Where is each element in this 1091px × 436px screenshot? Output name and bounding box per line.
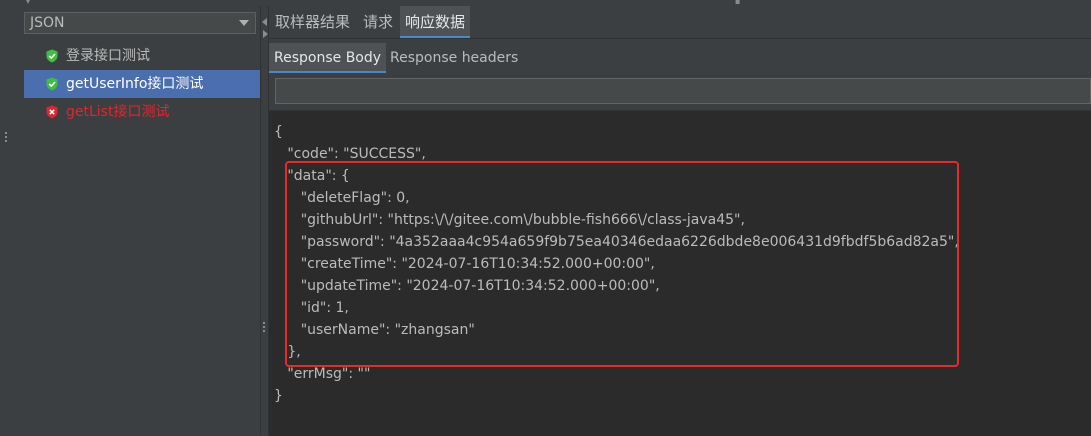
- tree-item-label: getUserInfo接口测试: [66, 76, 204, 92]
- tree-item-label: getList接口测试: [66, 104, 170, 120]
- collapse-right-arrow-icon[interactable]: [263, 30, 268, 38]
- response-sub-tabs: Response Body Response headers: [269, 38, 1091, 73]
- code-line: }: [274, 388, 283, 404]
- collapse-left-arrow-icon[interactable]: [262, 18, 267, 26]
- tab-response-body[interactable]: Response Body: [269, 43, 387, 73]
- sampler-result-tree: 登录接口测试 getUserInfo接口测试 getList接口测试: [24, 42, 260, 126]
- renderer-select[interactable]: JSON: [24, 12, 256, 34]
- result-detail-panel: 取样器结果 请求 响应数据 Response Body Response hea…: [269, 6, 1091, 436]
- tree-item-login-test[interactable]: 登录接口测试: [24, 42, 260, 70]
- tab-response-data[interactable]: 响应数据: [400, 6, 471, 38]
- code-line: {: [274, 124, 283, 140]
- tree-item-getuserinfo-test[interactable]: getUserInfo接口测试: [24, 70, 260, 98]
- data-highlight-box: [285, 161, 959, 367]
- chevron-down-icon[interactable]: [239, 20, 249, 26]
- error-shield-icon: [46, 105, 58, 119]
- tree-item-label: 登录接口测试: [66, 48, 150, 64]
- search-input[interactable]: [275, 78, 1091, 104]
- split-pane-divider[interactable]: [260, 6, 269, 435]
- check-shield-icon: [46, 77, 58, 91]
- collapse-grip-icon[interactable]: ▾: [26, 0, 32, 6]
- left-drag-handle-icon[interactable]: [5, 132, 9, 146]
- check-shield-icon: [46, 49, 58, 63]
- tab-sampler-result[interactable]: 取样器结果: [275, 6, 350, 38]
- tab-response-headers[interactable]: Response headers: [390, 43, 518, 73]
- results-tree-panel: JSON 登录接口测试 getUserInfo接口测试 getList接口测试: [0, 6, 260, 435]
- divider-drag-handle-icon[interactable]: [263, 322, 267, 336]
- tree-item-getlist-test[interactable]: getList接口测试: [24, 98, 260, 126]
- tab-request[interactable]: 请求: [363, 6, 393, 38]
- renderer-select-value: JSON: [30, 15, 65, 31]
- resize-grip-icon[interactable]: ▪: [735, 0, 741, 6]
- response-body-viewer[interactable]: { "code": "SUCCESS", "data": { "deleteFl…: [269, 110, 1091, 436]
